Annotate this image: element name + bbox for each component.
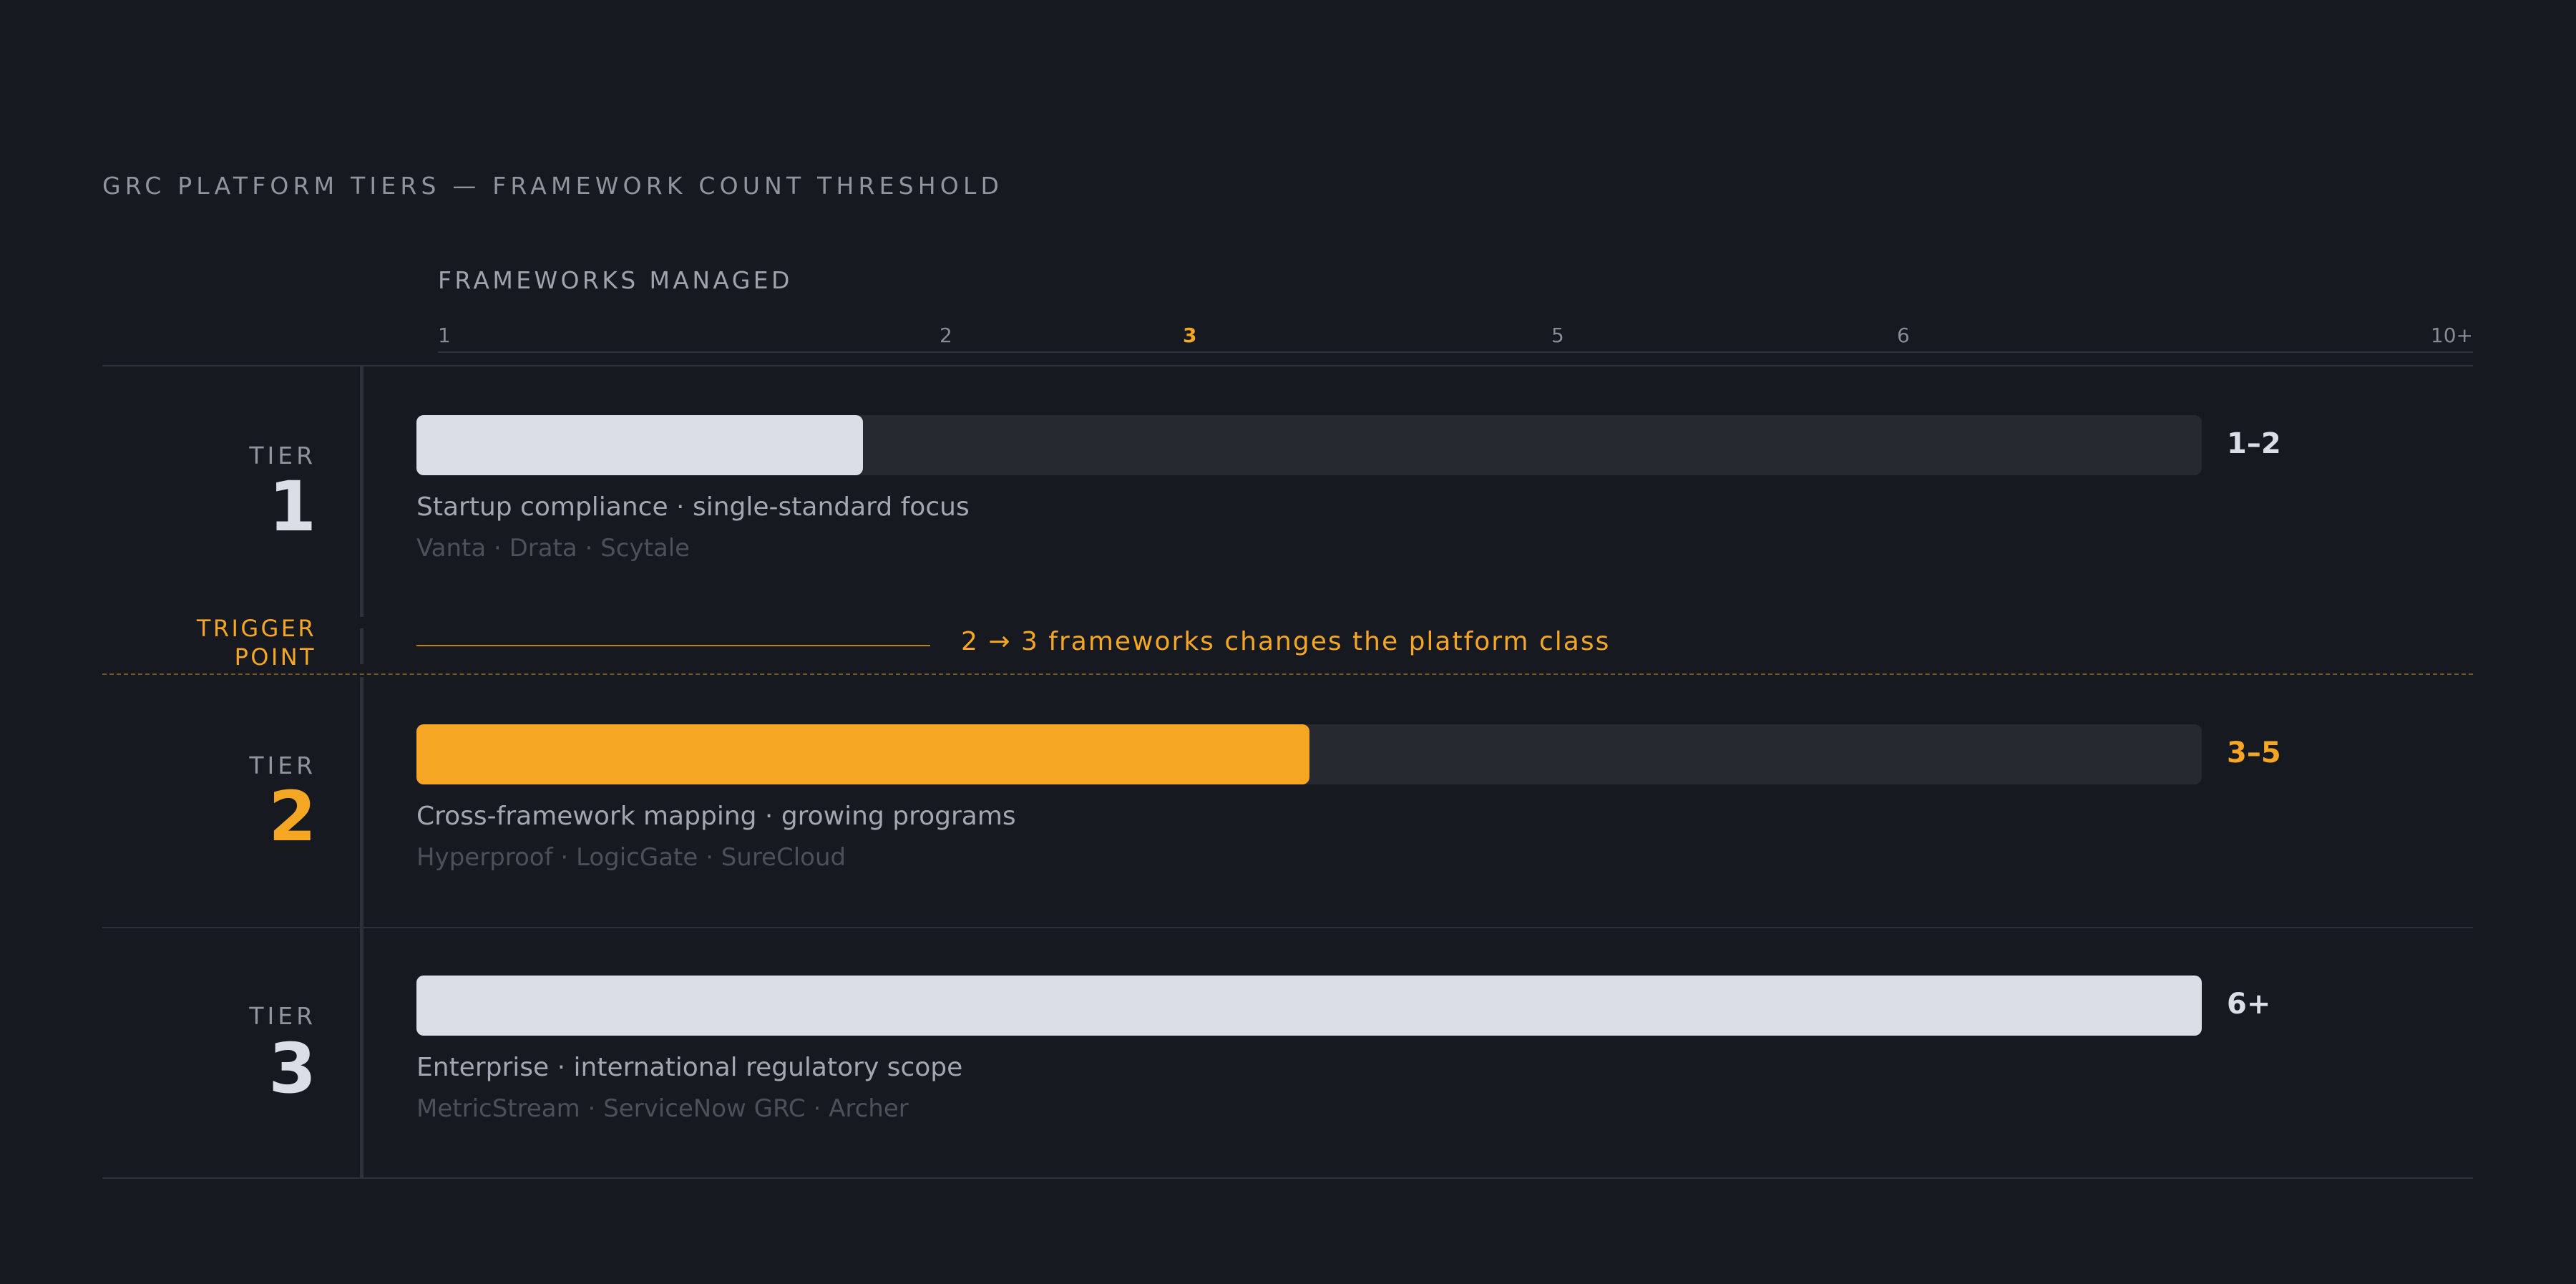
trigger-dashed-line: [102, 673, 2473, 675]
x-axis-line: [438, 351, 2473, 353]
tier-description: Startup compliance · single-standard foc…: [416, 492, 970, 522]
tier-number: 2: [268, 777, 316, 857]
trigger-line: [416, 645, 930, 646]
x-axis-label: FRAMEWORKS MANAGED: [438, 266, 793, 294]
tier-vendors: MetricStream · ServiceNow GRC · Archer: [416, 1094, 909, 1123]
range-label: 1–2: [2227, 427, 2281, 460]
tier-description: Cross-framework mapping · growing progra…: [416, 802, 1016, 831]
x-tick-label: 2: [940, 324, 952, 347]
trigger-label-line1: TRIGGER: [196, 615, 316, 642]
tier-vendors: Hyperproof · LogicGate · SureCloud: [416, 843, 847, 872]
bar-fill: [416, 415, 863, 475]
x-tick-label: 3: [1183, 324, 1197, 347]
x-tick-label: 1: [438, 324, 451, 347]
tier-label: TIER: [249, 442, 316, 470]
range-label: 3–5: [2227, 736, 2281, 769]
x-tick-label: 5: [1551, 324, 1564, 347]
tier-number: 3: [268, 1028, 316, 1109]
row-divider: [102, 1177, 2473, 1179]
tier-column-divider: [360, 677, 364, 1178]
tier-label: TIER: [249, 752, 316, 779]
chart-root: GRC PLATFORM TIERS — FRAMEWORK COUNT THR…: [0, 0, 2576, 1284]
trigger-text: 2 → 3 frameworks changes the platform cl…: [961, 627, 1611, 656]
x-tick-label: 6: [1897, 324, 1910, 347]
x-tick-label: 10+: [2430, 324, 2473, 347]
trigger-label-line2: POINT: [234, 643, 316, 671]
tier-column-divider: [360, 366, 364, 617]
tier-column-divider: [360, 628, 364, 664]
trigger-label: TRIGGER POINT: [197, 614, 316, 671]
tier-label: TIER: [249, 1002, 316, 1030]
bar-fill: [416, 724, 1309, 784]
tier-description: Enterprise · international regulatory sc…: [416, 1053, 963, 1082]
chart-title: GRC PLATFORM TIERS — FRAMEWORK COUNT THR…: [102, 172, 1004, 200]
row-divider: [102, 927, 2473, 928]
bar-fill: [416, 976, 2202, 1036]
range-label: 6+: [2227, 988, 2271, 1021]
header-divider: [102, 365, 2473, 366]
tier-vendors: Vanta · Drata · Scytale: [416, 534, 691, 563]
tier-number: 1: [268, 467, 316, 547]
